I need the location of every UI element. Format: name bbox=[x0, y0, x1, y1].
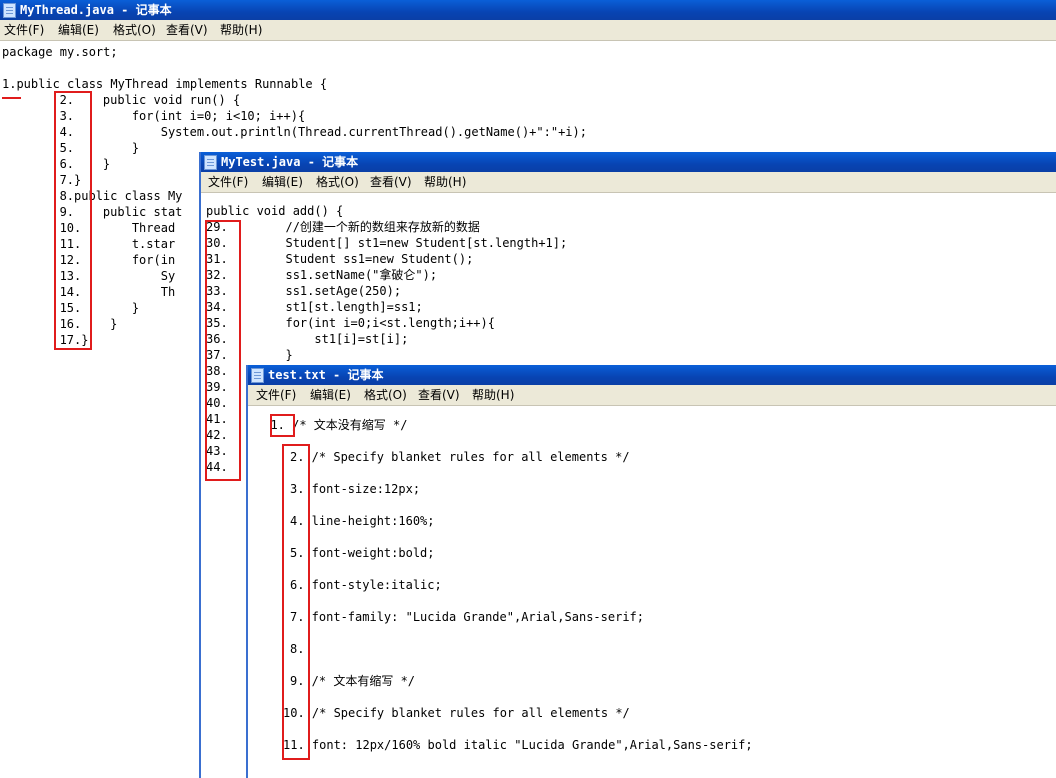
title-bar[interactable]: test.txt - 记事本 bbox=[248, 365, 1056, 385]
notepad-icon bbox=[3, 3, 16, 18]
window-title: test.txt - 记事本 bbox=[268, 368, 384, 382]
text-line: 5. font-weight:bold; bbox=[290, 546, 435, 560]
text-line: 4. line-height:160%; bbox=[290, 514, 435, 528]
title-bar[interactable]: MyTest.java - 记事本 bbox=[201, 152, 1056, 172]
text-line: 10. /* Specify blanket rules for all ele… bbox=[283, 706, 630, 720]
text-line: 12. for(in bbox=[9, 253, 176, 267]
text-line: 13. Sy bbox=[9, 269, 176, 283]
menu-edit[interactable]: 编辑(E) bbox=[262, 172, 303, 192]
menu-format[interactable]: 格式(O) bbox=[364, 385, 407, 405]
menu-help[interactable]: 帮助(H) bbox=[472, 385, 514, 405]
text-line: 11. t.star bbox=[9, 237, 176, 251]
text-line: 14. Th bbox=[9, 285, 176, 299]
text-line: 30. Student[] st1=new Student[st.length+… bbox=[206, 236, 568, 250]
text-line: 2. /* Specify blanket rules for all elem… bbox=[290, 450, 630, 464]
window-title: MyThread.java - 记事本 bbox=[20, 3, 172, 17]
menu-bar: 文件(F) 编辑(E) 格式(O) 查看(V) 帮助(H) bbox=[248, 385, 1056, 406]
menu-view[interactable]: 查看(V) bbox=[370, 172, 412, 192]
text-line: 7. font-family: "Lucida Grande",Arial,Sa… bbox=[290, 610, 645, 624]
text-line: 1.public class MyThread implements Runna… bbox=[2, 77, 328, 91]
notepad-icon bbox=[251, 368, 264, 383]
text-line: 31. Student ss1=new Student(); bbox=[206, 252, 474, 266]
menu-file[interactable]: 文件(F) bbox=[208, 172, 248, 192]
notepad-window-test-txt: test.txt - 记事本 文件(F) 编辑(E) 格式(O) 查看(V) 帮… bbox=[246, 365, 1056, 778]
annotation-box-line-1 bbox=[270, 414, 295, 437]
menu-bar: 文件(F) 编辑(E) 格式(O) 查看(V) 帮助(H) bbox=[0, 20, 1056, 41]
text-line: 6. font-style:italic; bbox=[290, 578, 442, 592]
text-line: 4. System.out.println(Thread.currentThre… bbox=[9, 125, 587, 139]
menu-view[interactable]: 查看(V) bbox=[166, 20, 208, 40]
window-title: MyTest.java - 记事本 bbox=[221, 155, 359, 169]
menu-view[interactable]: 查看(V) bbox=[418, 385, 460, 405]
menu-file[interactable]: 文件(F) bbox=[4, 20, 44, 40]
menu-bar: 文件(F) 编辑(E) 格式(O) 查看(V) 帮助(H) bbox=[201, 172, 1056, 193]
menu-edit[interactable]: 编辑(E) bbox=[310, 385, 351, 405]
annotation-box-line-numbers bbox=[205, 220, 241, 481]
menu-edit[interactable]: 编辑(E) bbox=[58, 20, 99, 40]
menu-help[interactable]: 帮助(H) bbox=[220, 20, 262, 40]
text-line: 35. for(int i=0;i<st.length;i++){ bbox=[206, 316, 495, 330]
notepad-icon bbox=[204, 155, 217, 170]
text-line: 29. //创建一个新的数组来存放新的数据 bbox=[206, 220, 480, 234]
title-bar[interactable]: MyThread.java - 记事本 bbox=[0, 0, 1056, 20]
menu-format[interactable]: 格式(O) bbox=[316, 172, 359, 192]
menu-help[interactable]: 帮助(H) bbox=[424, 172, 466, 192]
text-line: 2. public void run() { bbox=[9, 93, 241, 107]
text-line: package my.sort; bbox=[2, 45, 118, 59]
menu-file[interactable]: 文件(F) bbox=[256, 385, 296, 405]
menu-format[interactable]: 格式(O) bbox=[113, 20, 156, 40]
text-editor-area[interactable]: 1. /* 文本没有缩写 */ 2. /* Specify blanket ru… bbox=[248, 406, 1056, 778]
annotation-box-line-numbers bbox=[54, 91, 92, 350]
annotation-underline bbox=[2, 97, 21, 99]
text-line: 10. Thread bbox=[9, 221, 176, 235]
text-line: 11. font: 12px/160% bold italic "Lucida … bbox=[283, 738, 753, 752]
text-line: 8.public class My bbox=[9, 189, 183, 203]
text-line: 9. public stat bbox=[9, 205, 183, 219]
text-line: public void add() { bbox=[206, 204, 344, 218]
annotation-box-line-numbers bbox=[282, 444, 310, 760]
